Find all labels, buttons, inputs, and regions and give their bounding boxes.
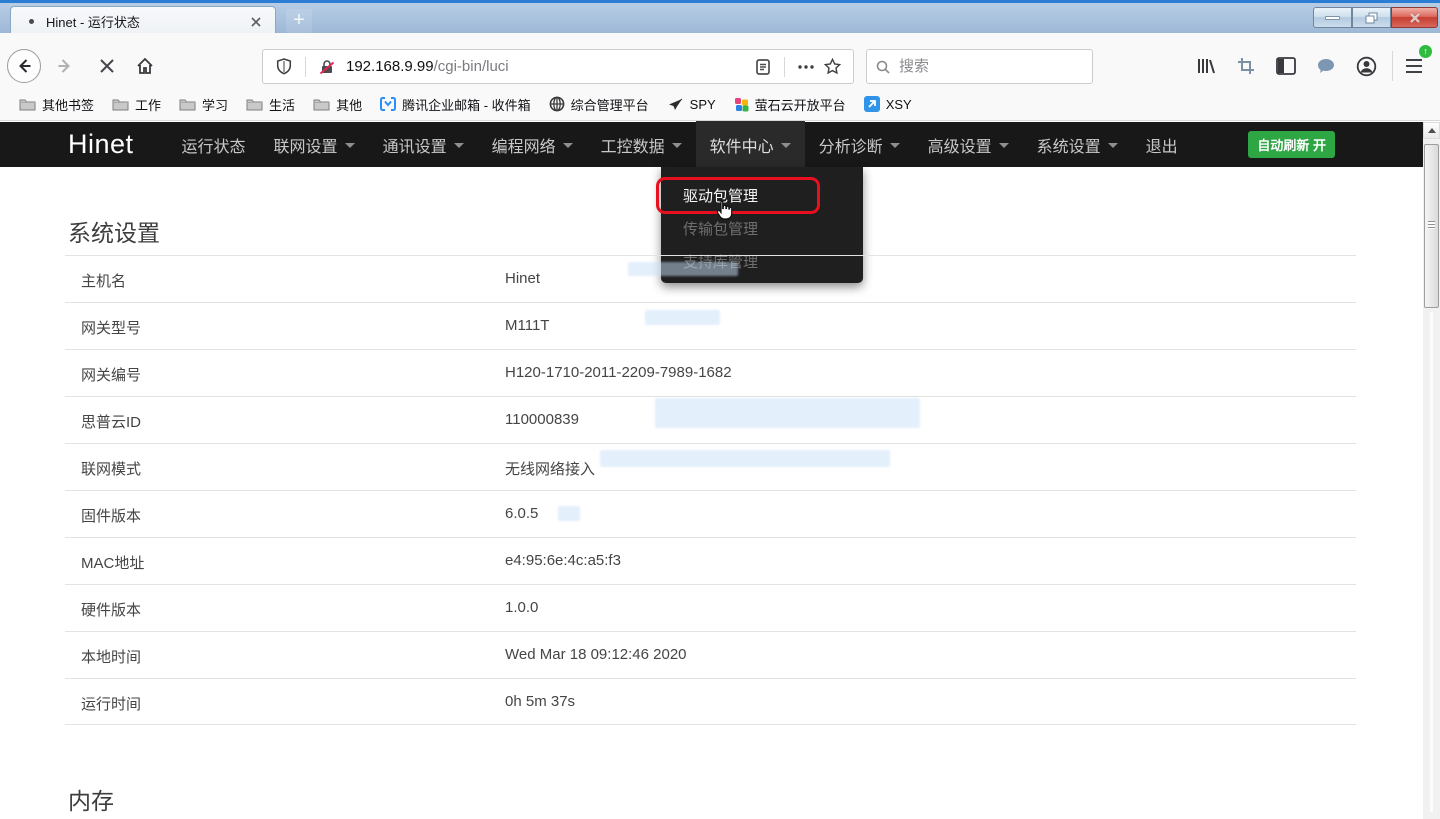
bookmark-item[interactable]: XSY [855, 92, 921, 116]
mouse-cursor-pointer [712, 198, 736, 224]
bookmark-star-icon[interactable] [819, 54, 845, 80]
url-path: /cgi-bin/luci [434, 58, 509, 75]
urlbar-divider [305, 57, 306, 77]
table-row: 运行时间0h 5m 37s [65, 678, 1356, 725]
restore-button[interactable] [1352, 7, 1391, 28]
close-button[interactable] [1391, 7, 1438, 28]
spy-plane-icon [667, 97, 684, 112]
bookmark-folder[interactable]: 工作 [103, 92, 170, 116]
nav-item-advanced-settings[interactable]: 高级设置 [914, 121, 1023, 169]
forward-button[interactable] [48, 49, 82, 83]
nav-item-industrial-data[interactable]: 工控数据 [587, 121, 696, 169]
stop-button[interactable] [90, 49, 124, 83]
bookmark-item[interactable]: 综合管理平台 [540, 92, 658, 116]
chevron-down-icon [345, 143, 355, 148]
system-info-table: 主机名Hinet 网关型号M111T 网关编号H120-1710-2011-22… [65, 255, 1356, 725]
artifact-smudge [558, 506, 580, 521]
bookmark-folder[interactable]: 生活 [237, 92, 304, 116]
table-row: 固件版本6.0.5 [65, 490, 1356, 537]
nav-item-programming-network[interactable]: 编程网络 [478, 121, 587, 169]
tab-close-icon[interactable] [247, 13, 265, 31]
xsy-arrow-icon [864, 96, 880, 112]
toolbar-divider [1392, 51, 1393, 81]
scrollbar-thumb[interactable] [1424, 144, 1439, 308]
nav-item-analysis-diagnosis[interactable]: 分析诊断 [805, 121, 914, 169]
url-domain: 192.168.9.99 [346, 58, 434, 75]
bookmarks-bar: 其他书签 工作 学习 生活 其他 腾讯企业邮箱 - 收件箱 综合管理平台 SPY… [0, 88, 1440, 121]
table-row: MAC地址e4:95:6e:4c:a5:f3 [65, 537, 1356, 584]
app-navbar: Hinet 运行状态 联网设置 通讯设置 编程网络 工控数据 软件中心 分析诊断… [0, 122, 1423, 167]
chevron-down-icon [781, 143, 791, 148]
nav-item-software-center[interactable]: 软件中心 [696, 121, 805, 169]
search-icon [875, 59, 891, 75]
section-title-memory: 内存 [68, 782, 114, 816]
bookmark-item[interactable]: 腾讯企业邮箱 - 收件箱 [371, 92, 540, 116]
folder-icon [313, 98, 330, 111]
table-row: 网关编号H120-1710-2011-2209-7989-1682 [65, 349, 1356, 396]
tencent-mail-icon [380, 97, 396, 111]
globe-icon [549, 96, 565, 112]
ezviz-blocks-icon [734, 97, 749, 112]
nav-item-network-settings[interactable]: 联网设置 [260, 121, 369, 169]
folder-icon [179, 98, 196, 111]
artifact-smudge [600, 450, 890, 467]
annotation-highlight-box [656, 177, 820, 214]
table-row: 硬件版本1.0.0 [65, 584, 1356, 631]
tab-title: Hinet - 运行状态 [46, 12, 247, 31]
new-tab-button[interactable]: + [286, 9, 312, 33]
nav-item-running-status[interactable]: 运行状态 [168, 121, 260, 169]
reader-mode-icon[interactable] [750, 54, 776, 80]
page-scrollbar[interactable] [1423, 122, 1440, 819]
folder-icon [246, 98, 263, 111]
chat-bubble-icon[interactable] [1314, 54, 1338, 78]
section-title-system: 系统设置 [68, 214, 160, 248]
chevron-down-icon [1108, 143, 1118, 148]
scrollbar-up-arrow[interactable] [1423, 122, 1440, 139]
insecure-lock-icon[interactable] [314, 54, 340, 80]
tab-favicon-icon [29, 19, 34, 24]
chevron-down-icon [672, 143, 682, 148]
nav-item-comm-settings[interactable]: 通讯设置 [369, 121, 478, 169]
bookmark-folder[interactable]: 学习 [170, 92, 237, 116]
bookmark-folder[interactable]: 其他书签 [10, 92, 103, 116]
artifact-smudge [628, 262, 738, 276]
chevron-down-icon [563, 143, 573, 148]
page-actions-icon[interactable] [793, 54, 819, 80]
chevron-down-icon [454, 143, 464, 148]
artifact-smudge [655, 398, 920, 428]
folder-icon [112, 98, 129, 111]
bookmark-item[interactable]: 萤石云开放平台 [725, 92, 855, 116]
urlbar-divider [784, 57, 785, 77]
chevron-down-icon [890, 143, 900, 148]
library-icon[interactable] [1194, 54, 1218, 78]
artifact-smudge [645, 310, 720, 325]
home-button[interactable] [128, 49, 162, 83]
minimize-button[interactable] [1313, 7, 1352, 28]
account-icon[interactable] [1354, 54, 1378, 78]
back-button[interactable] [7, 49, 41, 83]
search-input[interactable] [899, 58, 1069, 75]
page-content: Hinet 运行状态 联网设置 通讯设置 编程网络 工控数据 软件中心 分析诊断… [0, 122, 1440, 819]
chevron-down-icon [999, 143, 1009, 148]
bookmark-item[interactable]: SPY [658, 92, 725, 116]
sidebar-icon[interactable] [1274, 54, 1298, 78]
browser-tab[interactable]: Hinet - 运行状态 [10, 6, 276, 36]
update-badge-icon: ↑ [1419, 45, 1432, 58]
auto-refresh-toggle[interactable]: 自动刷新 开 [1248, 131, 1335, 158]
folder-icon [19, 98, 36, 111]
menu-item-transport-package[interactable]: 传输包管理 [661, 213, 863, 246]
search-bar[interactable] [866, 49, 1093, 84]
nav-item-system-settings[interactable]: 系统设置 [1023, 121, 1132, 169]
window-controls [1313, 7, 1438, 28]
window-titlebar: Hinet - 运行状态 + [0, 0, 1440, 33]
browser-toolbar: 192.168.9.99/cgi-bin/luci ↑ [0, 33, 1440, 88]
nav-item-logout[interactable]: 退出 [1132, 121, 1192, 169]
bookmark-folder[interactable]: 其他 [304, 92, 371, 116]
screenshot-icon[interactable] [1234, 54, 1258, 78]
tracking-shield-icon[interactable] [271, 54, 297, 80]
url-bar[interactable]: 192.168.9.99/cgi-bin/luci [262, 49, 854, 84]
table-row: 本地时间Wed Mar 18 09:12:46 2020 [65, 631, 1356, 678]
app-logo[interactable]: Hinet [68, 129, 134, 160]
